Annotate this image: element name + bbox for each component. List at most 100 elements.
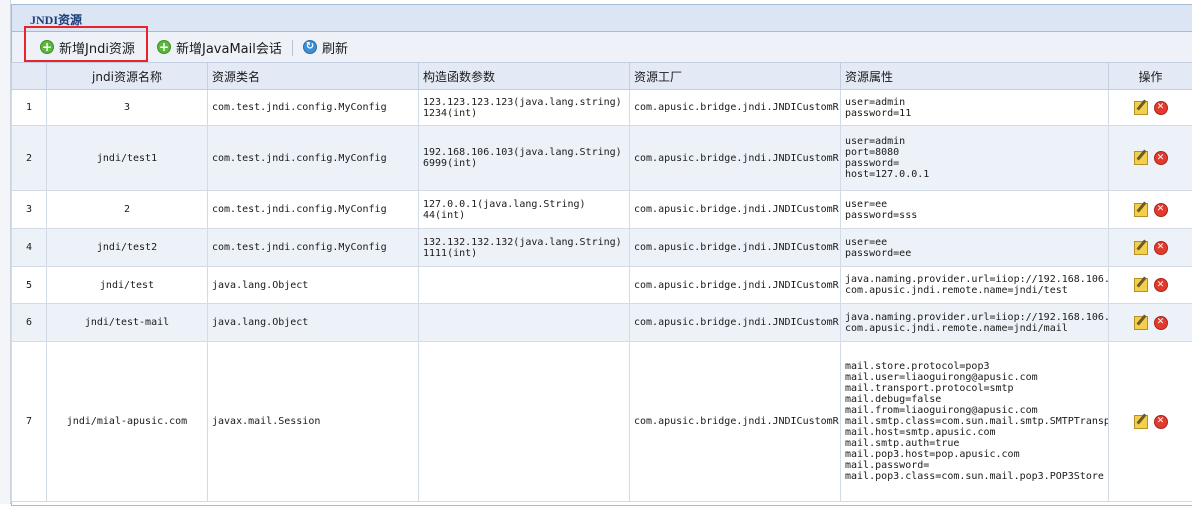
edit-icon[interactable] <box>1134 101 1148 115</box>
cell-constructor-args <box>419 342 630 502</box>
cell-resource-properties-line: password= <box>845 158 1104 169</box>
cell-resource-properties-line: mail.store.protocol=pop3 <box>845 361 1104 372</box>
refresh-button[interactable]: ↻ 刷新 <box>303 37 348 57</box>
cell-constructor-args <box>419 267 630 304</box>
column-header-resource-factory[interactable]: 资源工厂 <box>630 63 841 90</box>
edit-icon[interactable] <box>1134 151 1148 165</box>
column-header-resource-properties[interactable]: 资源属性 <box>841 63 1109 90</box>
cell-index: 4 <box>12 229 47 267</box>
edit-icon[interactable] <box>1134 415 1148 429</box>
cell-resource-properties-line: mail.pop3.host=pop.apusic.com <box>845 449 1104 460</box>
table-row: 5jndi/testjava.lang.Objectcom.apusic.bri… <box>12 267 1192 304</box>
cell-resource-properties-line: user=admin <box>845 136 1104 147</box>
cell-resource-properties-line: mail.debug=false <box>845 394 1104 405</box>
cell-index: 3 <box>12 191 47 229</box>
edit-icon[interactable] <box>1134 203 1148 217</box>
left-frame-edge <box>0 0 11 504</box>
cell-resource-properties-line: user=admin <box>845 97 1104 108</box>
cell-jndi-name: jndi/test <box>47 267 208 304</box>
cell-resource-properties: user=adminpassword=11 <box>841 90 1109 126</box>
edit-icon[interactable] <box>1134 241 1148 255</box>
cell-resource-properties-line: port=8080 <box>845 147 1104 158</box>
column-header-index <box>12 63 47 90</box>
table-row: 13com.test.jndi.config.MyConfig123.123.1… <box>12 90 1192 126</box>
cell-actions: ✕ <box>1109 126 1192 191</box>
cell-jndi-name: jndi/test2 <box>47 229 208 267</box>
cell-resource-properties: java.naming.provider.url=iiop://192.168.… <box>841 304 1109 342</box>
cell-constructor-args-line: 132.132.132.132(java.lang.String) <box>423 237 625 248</box>
add-javamail-session-button[interactable]: + 新增JavaMail会话 <box>157 37 282 57</box>
cell-resource-properties: user=eepassword=ee <box>841 229 1109 267</box>
cell-class-name: com.test.jndi.config.MyConfig <box>208 90 419 126</box>
delete-icon[interactable]: ✕ <box>1154 316 1168 330</box>
edit-icon[interactable] <box>1134 278 1148 292</box>
cell-class-name: javax.mail.Session <box>208 342 419 502</box>
cell-resource-properties-line: user=ee <box>845 199 1104 210</box>
cell-jndi-name: 2 <box>47 191 208 229</box>
column-header-constructor-args[interactable]: 构造函数参数 <box>419 63 630 90</box>
cell-class-name: com.test.jndi.config.MyConfig <box>208 126 419 191</box>
cell-constructor-args: 132.132.132.132(java.lang.String)1111(in… <box>419 229 630 267</box>
cell-resource-properties-line: java.naming.provider.url=iiop://192.168.… <box>845 312 1104 323</box>
table-row: 7jndi/mial-apusic.comjavax.mail.Sessionc… <box>12 342 1192 502</box>
cell-constructor-args: 127.0.0.1(java.lang.String)44(int) <box>419 191 630 229</box>
cell-resource-properties: java.naming.provider.url=iiop://192.168.… <box>841 267 1109 304</box>
cell-resource-properties-line: java.naming.provider.url=iiop://192.168.… <box>845 274 1104 285</box>
cell-resource-properties-line: password=ee <box>845 248 1104 259</box>
cell-index: 6 <box>12 304 47 342</box>
cell-jndi-name: jndi/test1 <box>47 126 208 191</box>
cell-constructor-args-line: 123.123.123.123(java.lang.string) <box>423 97 625 108</box>
cell-index: 2 <box>12 126 47 191</box>
table-row: 4jndi/test2com.test.jndi.config.MyConfig… <box>12 229 1192 267</box>
highlight-box <box>24 26 148 62</box>
cell-index: 7 <box>12 342 47 502</box>
cell-jndi-name: 3 <box>47 90 208 126</box>
cell-resource-factory: com.apusic.bridge.jndi.JNDICustomR <box>630 126 841 191</box>
table-header-row: jndi资源名称 资源类名 构造函数参数 资源工厂 资源属性 操作 <box>12 63 1192 90</box>
cell-constructor-args-line: 127.0.0.1(java.lang.String) <box>423 199 625 210</box>
edit-icon[interactable] <box>1134 316 1148 330</box>
toolbar: + 新增Jndi资源 + 新增JavaMail会话 ↻ 刷新 <box>12 32 1192 63</box>
cell-resource-factory: com.apusic.bridge.jndi.JNDICustomR <box>630 304 841 342</box>
delete-icon[interactable]: ✕ <box>1154 278 1168 292</box>
cell-constructor-args-line: 44(int) <box>423 210 625 221</box>
column-header-class-name[interactable]: 资源类名 <box>208 63 419 90</box>
cell-actions: ✕ <box>1109 90 1192 126</box>
table-row: 2jndi/test1com.test.jndi.config.MyConfig… <box>12 126 1192 191</box>
cell-actions: ✕ <box>1109 229 1192 267</box>
cell-constructor-args: 192.168.106.103(java.lang.String)6999(in… <box>419 126 630 191</box>
cell-actions: ✕ <box>1109 191 1192 229</box>
cell-resource-properties-line: password=sss <box>845 210 1104 221</box>
cell-constructor-args: 123.123.123.123(java.lang.string)1234(in… <box>419 90 630 126</box>
cell-resource-properties-line: mail.transport.protocol=smtp <box>845 383 1104 394</box>
cell-resource-properties-line: mail.smtp.class=com.sun.mail.smtp.SMTPTr… <box>845 416 1104 427</box>
cell-class-name: com.test.jndi.config.MyConfig <box>208 229 419 267</box>
add-circle-icon: + <box>157 40 171 54</box>
cell-resource-factory: com.apusic.bridge.jndi.JNDICustomR <box>630 90 841 126</box>
cell-index: 1 <box>12 90 47 126</box>
cell-jndi-name: jndi/test-mail <box>47 304 208 342</box>
toolbar-separator <box>292 40 293 56</box>
cell-resource-properties-line: com.apusic.jndi.remote.name=jndi/test <box>845 285 1104 296</box>
cell-index: 5 <box>12 267 47 304</box>
delete-icon[interactable]: ✕ <box>1154 151 1168 165</box>
cell-resource-properties: user=adminport=8080password=host=127.0.0… <box>841 126 1109 191</box>
cell-jndi-name: jndi/mial-apusic.com <box>47 342 208 502</box>
add-javamail-session-label: 新增JavaMail会话 <box>176 38 282 57</box>
cell-actions: ✕ <box>1109 304 1192 342</box>
delete-icon[interactable]: ✕ <box>1154 203 1168 217</box>
cell-resource-properties-line: user=ee <box>845 237 1104 248</box>
cell-resource-properties: user=eepassword=sss <box>841 191 1109 229</box>
cell-resource-properties-line: host=127.0.0.1 <box>845 169 1104 180</box>
column-header-jndi-name[interactable]: jndi资源名称 <box>47 63 208 90</box>
cell-resource-properties-line: mail.password= <box>845 460 1104 471</box>
cell-class-name: java.lang.Object <box>208 267 419 304</box>
cell-constructor-args <box>419 304 630 342</box>
delete-icon[interactable]: ✕ <box>1154 415 1168 429</box>
cell-constructor-args-line: 6999(int) <box>423 158 625 169</box>
delete-icon[interactable]: ✕ <box>1154 101 1168 115</box>
cell-resource-properties-line: password=11 <box>845 108 1104 119</box>
cell-resource-properties-line: mail.pop3.class=com.sun.mail.pop3.POP3St… <box>845 471 1104 482</box>
column-header-actions: 操作 <box>1109 63 1192 90</box>
delete-icon[interactable]: ✕ <box>1154 241 1168 255</box>
